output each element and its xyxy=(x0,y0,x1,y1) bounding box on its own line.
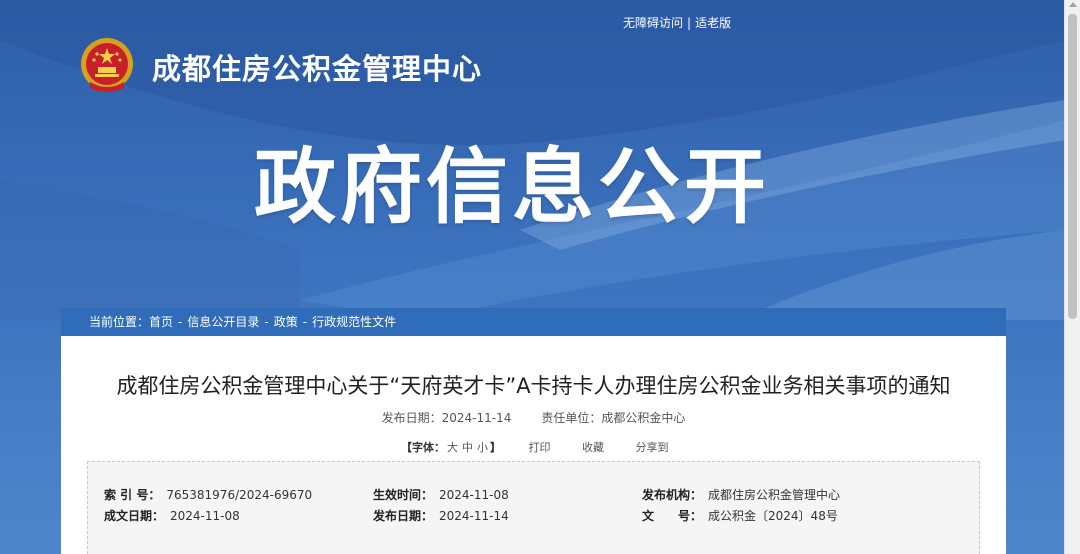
written-date-value: 2024-11-08 xyxy=(170,509,240,523)
article-tools: 【字体：大中小】 打印 收藏 分享到 xyxy=(401,439,697,455)
publish-date-label: 发布日期： xyxy=(381,411,442,425)
font-size-close: 】 xyxy=(490,441,501,454)
breadcrumb-policy[interactable]: 政策 xyxy=(274,315,298,329)
index-number-value: 765381976/2024-69670 xyxy=(166,488,313,502)
share-button[interactable]: 分享到 xyxy=(636,441,669,454)
document-number-value: 成公积金〔2024〕48号 xyxy=(708,509,838,523)
breadcrumb-separator: - xyxy=(302,315,308,329)
written-date-label: 成文日期： xyxy=(104,509,165,523)
article-panel: 成都住房公积金管理中心关于“天府英才卡”A卡持卡人办理住房公积金业务相关事项的通… xyxy=(61,336,1006,554)
info-row: 成文日期： 2024-11-08 发布日期： 2024-11-14 文 号： 成公积金… xyxy=(88,507,981,525)
effective-time-label: 生效时间： xyxy=(373,488,434,502)
breadcrumb-prefix: 当前位置： xyxy=(89,315,150,329)
document-info-box: 索 引 号： 765381976/2024-69670 生效时间： 2024-11-… xyxy=(87,461,980,554)
org-name: 成都住房公积金管理中心 xyxy=(152,52,483,86)
font-size-label: 【字体： xyxy=(401,441,445,454)
scrollbar-thumb[interactable] xyxy=(1068,14,1077,319)
breadcrumb-home[interactable]: 首页 xyxy=(149,315,173,329)
breadcrumb-separator: - xyxy=(264,315,269,329)
font-large-button[interactable]: 大 xyxy=(447,441,458,454)
favorite-button[interactable]: 收藏 xyxy=(582,441,604,454)
issuing-agency: 发布机构： 成都住房公积金管理中心 xyxy=(642,486,840,503)
article-meta: 发布日期：2024-11-14 责任单位：成都公积金中心 xyxy=(61,409,1006,426)
breadcrumb-info-catalog[interactable]: 信息公开目录 xyxy=(187,315,259,329)
effective-time: 生效时间： 2024-11-08 xyxy=(373,486,509,503)
info-publish-date: 发布日期： 2024-11-14 xyxy=(373,507,509,524)
index-number: 索 引 号： 765381976/2024-69670 xyxy=(104,486,312,503)
responsible-unit-label: 责任单位： xyxy=(541,411,602,425)
hero-title: 政府信息公开 xyxy=(254,140,771,235)
document-number-label: 文 号： xyxy=(642,509,703,523)
responsible-unit-value: 成都公积金中心 xyxy=(601,411,686,425)
effective-time-value: 2024-11-08 xyxy=(439,488,509,502)
accessibility-link[interactable]: 无障碍访问 xyxy=(623,16,683,30)
font-medium-button[interactable]: 中 xyxy=(462,441,473,454)
breadcrumb-separator: - xyxy=(178,315,183,329)
written-date: 成文日期： 2024-11-08 xyxy=(104,507,240,524)
scroll-up-arrow-icon[interactable] xyxy=(1069,2,1077,7)
article-title: 成都住房公积金管理中心关于“天府英才卡”A卡持卡人办理住房公积金业务相关事项的通… xyxy=(116,374,951,398)
font-size-control: 【字体：大中小】 xyxy=(401,441,501,454)
print-button[interactable]: 打印 xyxy=(529,441,551,454)
top-links: 无障碍访问 | 适老版 xyxy=(623,14,731,31)
breadcrumb-normative-documents[interactable]: 行政规范性文件 xyxy=(312,315,396,329)
vertical-scrollbar[interactable] xyxy=(1064,0,1080,554)
publish-date-value: 2024-11-14 xyxy=(441,411,512,425)
breadcrumb: 当前位置：首页 - 信息公开目录 - 政策 - 行政规范性文件 xyxy=(61,308,1006,336)
info-publish-date-label: 发布日期： xyxy=(373,509,434,523)
issuing-agency-value: 成都住房公积金管理中心 xyxy=(708,488,841,502)
info-row: 索 引 号： 765381976/2024-69670 生效时间： 2024-11-… xyxy=(88,486,981,504)
elderly-mode-link[interactable]: 适老版 xyxy=(695,16,731,30)
national-emblem-icon xyxy=(81,38,133,92)
issuing-agency-label: 发布机构： xyxy=(642,488,703,502)
top-links-separator: | xyxy=(687,16,692,30)
info-publish-date-value: 2024-11-14 xyxy=(439,509,509,523)
document-number: 文 号： 成公积金〔2024〕48号 xyxy=(642,507,838,524)
font-small-button[interactable]: 小 xyxy=(477,441,488,454)
index-number-label: 索 引 号： xyxy=(104,488,161,502)
